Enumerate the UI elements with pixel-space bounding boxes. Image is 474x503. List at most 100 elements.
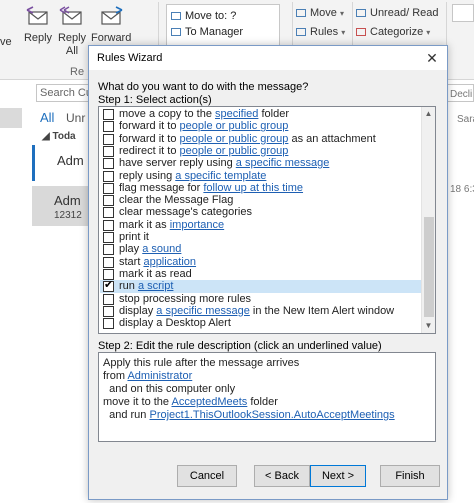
- action-checkbox[interactable]: [103, 145, 114, 157]
- back-button[interactable]: < Back: [254, 465, 310, 487]
- action-checkbox[interactable]: [103, 133, 114, 145]
- action-row[interactable]: mark it as read: [100, 268, 422, 281]
- action-row[interactable]: clear message's categories: [100, 206, 422, 219]
- mail-list-item[interactable]: Adm: [32, 145, 94, 181]
- action-row[interactable]: ✔ run a script: [100, 279, 422, 294]
- action-link[interactable]: people or public group: [180, 133, 289, 145]
- finish-button[interactable]: Finish: [380, 465, 440, 487]
- reply-button[interactable]: Reply: [23, 6, 53, 45]
- action-checkbox[interactable]: [103, 195, 114, 207]
- move-icon: [296, 9, 306, 18]
- action-text: play: [119, 243, 143, 256]
- action-checkbox[interactable]: [103, 182, 114, 194]
- action-row[interactable]: display a specific message in the New It…: [100, 305, 422, 318]
- action-row[interactable]: reply using a specific template: [100, 170, 422, 183]
- unread-read-button[interactable]: Unread/ Read: [356, 7, 439, 19]
- action-checkbox[interactable]: [103, 158, 114, 170]
- mail-search-input[interactable]: Search Cu: [36, 84, 96, 102]
- action-link[interactable]: importance: [170, 219, 224, 231]
- action-checkbox[interactable]: [103, 318, 114, 330]
- action-row[interactable]: display a Desktop Alert: [100, 317, 422, 330]
- decline-label[interactable]: Decli: [450, 89, 472, 100]
- envelope-icon: [356, 9, 366, 18]
- action-row[interactable]: have server reply using a specific messa…: [100, 157, 422, 170]
- script-link[interactable]: Project1.ThisOutlookSession.AutoAcceptMe…: [149, 409, 394, 421]
- rules-menu[interactable]: Rules ▾: [296, 26, 345, 38]
- close-icon[interactable]: ✕: [423, 49, 441, 67]
- chevron-down-icon: ▾: [341, 28, 346, 37]
- action-text: print it: [119, 231, 149, 243]
- next-button[interactable]: Next >: [310, 465, 366, 487]
- action-link[interactable]: a script: [138, 280, 173, 292]
- action-checkbox[interactable]: [103, 244, 114, 256]
- action-row[interactable]: move a copy to the specified folder: [100, 108, 422, 121]
- action-link[interactable]: a specific message: [236, 157, 330, 169]
- action-row[interactable]: stop processing more rules: [100, 293, 422, 306]
- cancel-button[interactable]: Cancel: [177, 465, 237, 487]
- mail-list-item[interactable]: Adm 12312: [32, 186, 94, 226]
- action-row[interactable]: start application: [100, 256, 422, 269]
- action-link[interactable]: people or public group: [180, 145, 289, 157]
- action-checkbox[interactable]: [103, 293, 114, 305]
- quick-step-move-to[interactable]: Move to: ?: [171, 10, 236, 22]
- action-row[interactable]: flag message for follow up at this time: [100, 182, 422, 195]
- action-row[interactable]: play a sound: [100, 243, 422, 256]
- quick-step-to-manager[interactable]: To Manager: [171, 26, 243, 38]
- scroll-thumb[interactable]: [424, 217, 434, 317]
- action-row[interactable]: clear the Message Flag: [100, 194, 422, 207]
- action-label: redirect it to people or public group: [119, 145, 288, 158]
- action-checkbox[interactable]: [103, 305, 114, 317]
- action-row[interactable]: forward it to people or public group: [100, 120, 422, 133]
- accepted-meets-folder-link[interactable]: AcceptedMeets: [171, 396, 247, 408]
- chevron-down-icon: ◢: [42, 131, 53, 142]
- action-link[interactable]: follow up at this time: [203, 182, 303, 194]
- categorize-menu[interactable]: Categorize ▾: [356, 26, 430, 38]
- action-row[interactable]: forward it to people or public group as …: [100, 133, 422, 146]
- action-checkbox[interactable]: [103, 256, 114, 268]
- reply-label: Reply: [23, 32, 53, 44]
- dialog-title: Rules Wizard: [97, 52, 163, 64]
- action-link[interactable]: a specific template: [175, 170, 266, 182]
- action-checkbox[interactable]: [103, 232, 114, 243]
- action-checkbox[interactable]: [103, 109, 114, 120]
- action-text: reply using: [119, 169, 176, 182]
- step1-label: Step 1: Select action(s): [98, 94, 212, 106]
- action-text: clear the Message Flag: [119, 194, 234, 207]
- forward-button[interactable]: Forward: [91, 6, 131, 45]
- action-label: mark it as importance: [119, 219, 224, 232]
- action-text: forward it to: [119, 120, 180, 133]
- folder-pane-strip[interactable]: [0, 108, 22, 128]
- desc-move-line: move it to the AcceptedMeets folder: [103, 396, 278, 409]
- search-people-box[interactable]: [452, 4, 474, 22]
- action-checkbox[interactable]: [103, 121, 114, 133]
- action-label: forward it to people or public group: [119, 120, 288, 133]
- move-menu[interactable]: Move ▾: [296, 7, 344, 19]
- action-link[interactable]: a sound: [142, 243, 181, 255]
- action-checkbox[interactable]: [103, 219, 114, 231]
- actions-scrollbar[interactable]: ▲ ▼: [421, 107, 435, 333]
- action-link[interactable]: application: [143, 256, 196, 268]
- action-checkbox[interactable]: [103, 170, 114, 182]
- action-link[interactable]: a specific message: [156, 305, 250, 317]
- scroll-up-icon[interactable]: ▲: [422, 107, 435, 121]
- from-administrator-link[interactable]: Administrator: [127, 370, 192, 382]
- mail-sender: Adm: [54, 193, 81, 208]
- forward-icon: [101, 6, 123, 25]
- actions-list[interactable]: display a Desktop Alert display a specifi…: [98, 106, 436, 334]
- action-row[interactable]: mark it as importance: [100, 219, 422, 232]
- filter-all-tab[interactable]: All: [40, 110, 54, 125]
- action-text: have server reply using: [119, 157, 236, 170]
- categorize-label: Categorize: [370, 26, 424, 38]
- action-row[interactable]: redirect it to people or public group: [100, 145, 422, 158]
- action-link[interactable]: specified: [215, 108, 258, 120]
- action-checkbox[interactable]: [103, 207, 114, 219]
- filter-unread-tab[interactable]: Unr: [66, 111, 85, 125]
- action-link[interactable]: people or public group: [180, 120, 289, 132]
- reply-all-button[interactable]: Reply All: [57, 6, 87, 58]
- scroll-down-icon[interactable]: ▼: [422, 319, 435, 333]
- action-text-suffix: as an attachment: [288, 132, 376, 145]
- action-row[interactable]: print it: [100, 231, 422, 244]
- action-checkbox[interactable]: ✔: [103, 279, 114, 293]
- action-checkbox[interactable]: [103, 268, 114, 280]
- dialog-titlebar[interactable]: Rules Wizard ✕: [89, 46, 447, 70]
